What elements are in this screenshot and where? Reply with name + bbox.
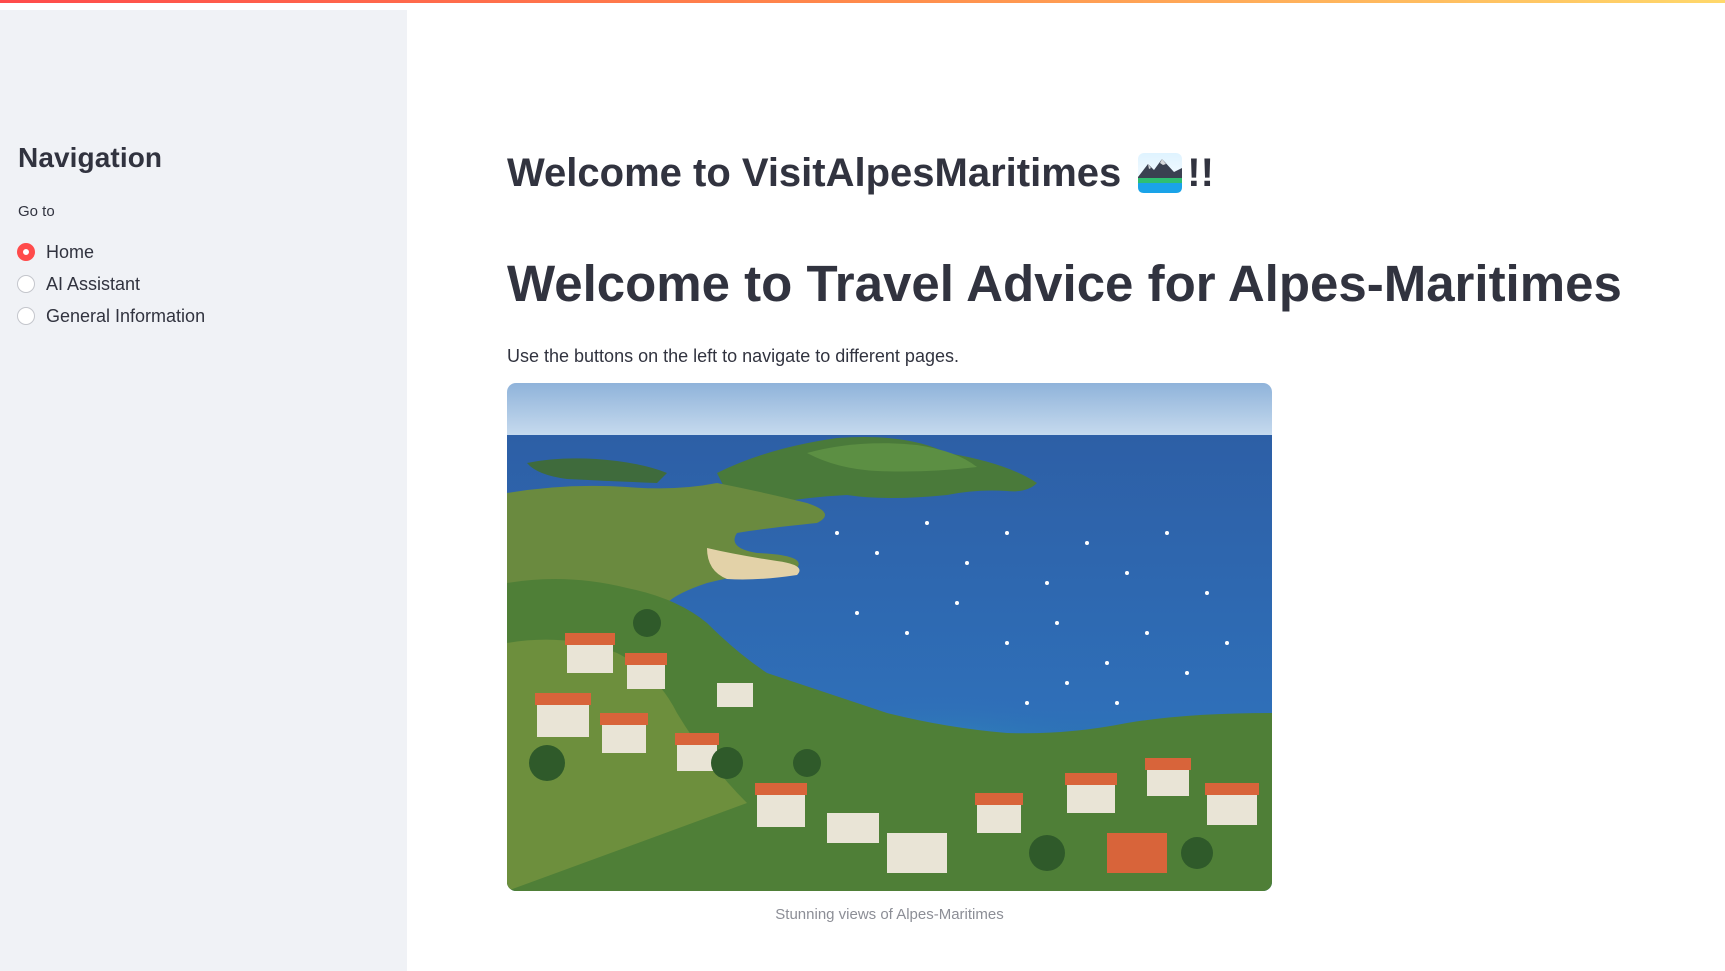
radio-unselected-icon[interactable] — [17, 275, 35, 293]
radio-option-general-information[interactable]: General Information — [17, 300, 205, 332]
radio-option-label: Home — [46, 241, 95, 262]
sidebar-title: Navigation — [18, 142, 163, 173]
radio-option-ai-assistant[interactable]: AI Assistant — [17, 268, 205, 300]
mountain-lake-emoji-icon — [1138, 153, 1183, 193]
sidebar: Navigation Go to Home AI Assistant Gener… — [0, 10, 407, 971]
radio-option-home[interactable]: Home — [17, 236, 205, 268]
radio-group-label: Go to — [18, 203, 55, 220]
navigation-radio-group: Home AI Assistant General Information — [17, 236, 205, 332]
main-content: Welcome to VisitAlpesMaritimes !! Welcom… — [407, 10, 1725, 971]
image-caption: Stunning views of Alpes-Maritimes — [775, 906, 1004, 923]
radio-option-label: General Information — [46, 305, 206, 326]
top-decoration-bar — [0, 0, 1725, 7]
page-title-text: Welcome to VisitAlpesMaritimes — [507, 150, 1122, 195]
coastline-photo-illustration — [507, 383, 1272, 891]
page-title: Welcome to VisitAlpesMaritimes !! — [507, 150, 1214, 196]
radio-unselected-icon[interactable] — [17, 307, 35, 325]
coastline-photo — [507, 383, 1272, 891]
intro-text: Use the buttons on the left to navigate … — [507, 346, 959, 366]
page-title-suffix: !! — [1187, 150, 1214, 195]
radio-selected-icon[interactable] — [17, 243, 35, 261]
main-heading: Welcome to Travel Advice for Alpes-Marit… — [507, 255, 1622, 312]
radio-option-label: AI Assistant — [46, 273, 141, 294]
